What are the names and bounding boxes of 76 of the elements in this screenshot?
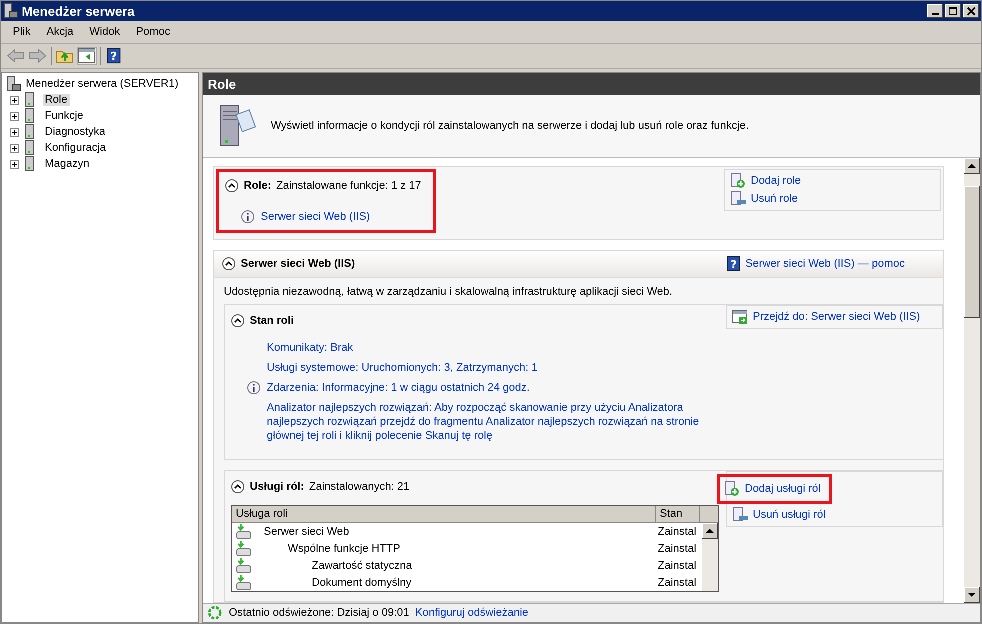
tree-item[interactable]: Role <box>43 94 70 106</box>
menu-item[interactable]: Plik <box>7 24 37 40</box>
collapse-icon[interactable] <box>231 480 245 494</box>
action-link[interactable]: Usuń usługi ról <box>727 506 831 524</box>
minimize-icon <box>932 13 938 15</box>
expand-icon[interactable] <box>10 160 19 168</box>
installed-drive-icon <box>236 540 252 556</box>
server-icon <box>6 76 22 92</box>
help-icon[interactable]: ? <box>105 48 123 64</box>
services-count: Zainstalowanych: 21 <box>309 481 410 493</box>
section-title: Usługi ról: <box>250 481 304 493</box>
help-link[interactable]: Serwer sieci Web (IIS) — pomoc <box>746 258 905 270</box>
scroll-up-icon[interactable] <box>706 528 714 534</box>
scrollbar[interactable] <box>964 158 980 603</box>
add-document-icon <box>730 173 746 189</box>
section-title: Stan roli <box>250 315 294 327</box>
close-button[interactable] <box>963 4 979 18</box>
expand-icon[interactable] <box>10 96 19 104</box>
tree-item[interactable]: Magazyn <box>43 158 92 170</box>
section-title: Role: <box>244 180 272 192</box>
action-link[interactable]: Dodaj role <box>725 172 806 190</box>
table-cell-text: Dokument domyślny <box>311 576 413 588</box>
role-description: Udostępnia niezawodną, łatwą w zarządzaniu i skalowalną infrastrukturę aplikacji sieci Web. <box>223 285 674 300</box>
scroll-down-icon[interactable] <box>968 592 976 598</box>
roles-count: Zainstalowane funkcje: 1 z 17 <box>276 180 422 192</box>
description-text: Wyświetl informacje o kondycji ról zainstalowanych na serwerze i dodaj lub usuń role oraz funkcje. <box>271 120 750 132</box>
tree-item[interactable]: Diagnostyka <box>43 126 108 138</box>
action-link[interactable]: Dodaj usługi ról <box>717 474 832 504</box>
scroll-up-icon[interactable] <box>968 163 976 169</box>
window-title: Menedżer serwera <box>22 4 136 18</box>
expand-icon[interactable] <box>10 128 19 136</box>
tree-item[interactable]: Menedżer serwera (SERVER1) <box>26 78 179 90</box>
menu-item[interactable]: Pomoc <box>130 24 176 40</box>
installed-drive-icon <box>236 574 252 590</box>
pane-title: Role <box>208 76 236 92</box>
table-cell-text: Zawartość statyczna <box>311 560 414 572</box>
minimize-button[interactable] <box>927 4 943 18</box>
table-cell-text: Wspólne funkcje HTTP <box>287 542 402 554</box>
table-cell-text: Zainstal <box>657 542 697 554</box>
menu-item[interactable]: Akcja <box>40 24 80 40</box>
pane-toggle-icon[interactable] <box>78 48 96 64</box>
collapse-icon[interactable] <box>222 257 236 271</box>
role-link[interactable]: Serwer sieci Web (IIS) <box>261 211 370 223</box>
menu-item[interactable]: Widok <box>84 24 126 40</box>
status-link[interactable]: Komunikaty: Brak <box>267 341 354 355</box>
table-cell-text: Serwer sieci Web <box>263 526 350 538</box>
status-link[interactable]: Zdarzenia: Informacyjne: 1 w ciągu ostatnich 24 godz. <box>267 381 530 395</box>
maximize-button[interactable] <box>945 4 961 18</box>
tree-item[interactable]: Konfiguracja <box>43 142 108 154</box>
installed-drive-icon <box>236 558 252 574</box>
table-cell-text: Zainstal <box>657 576 697 588</box>
collapse-icon[interactable] <box>225 179 239 193</box>
collapse-icon[interactable] <box>231 314 245 328</box>
info-icon <box>241 210 255 224</box>
remove-document-icon <box>732 507 748 523</box>
installed-drive-icon <box>236 524 252 540</box>
status-link[interactable]: Usługi systemowe: Uruchomionych: 3, Zatrzymanych: 1 <box>267 361 538 375</box>
status-link[interactable]: Analizator najlepszych rozwiązań: Aby rozpocząć skanowanie przy użyciu Analizatora najlepszych rozwiązań przejdź do fragmentu Analizator najlepszych rozwiązań na stronie głównej tej roli i kliknij polecenie Skanuj tę rolę <box>267 401 702 443</box>
remove-document-icon <box>730 191 746 207</box>
refresh-status: Ostatnio odświeżone: Dzisiaj o 09:01 <box>229 607 410 619</box>
column-header[interactable]: Usługa roli <box>232 506 656 522</box>
help-icon: ? <box>726 256 741 272</box>
server-icon <box>3 3 19 19</box>
tree-item[interactable]: Funkcje <box>43 110 86 122</box>
expand-icon[interactable] <box>10 144 19 152</box>
column-header[interactable]: Stan <box>656 506 700 522</box>
scrollbar[interactable] <box>702 523 718 591</box>
close-icon <box>966 6 976 16</box>
table-cell-text: Zainstal <box>657 526 697 538</box>
refresh-icon <box>207 605 223 621</box>
maximize-icon <box>948 6 958 16</box>
expand-icon[interactable] <box>10 112 19 120</box>
configure-refresh-link[interactable]: Konfiguruj odświeżanie <box>415 607 529 619</box>
section-title: Serwer sieci Web (IIS) <box>241 258 356 270</box>
table-cell-text: Zainstal <box>657 560 697 572</box>
action-link[interactable]: Usuń role <box>725 190 804 208</box>
